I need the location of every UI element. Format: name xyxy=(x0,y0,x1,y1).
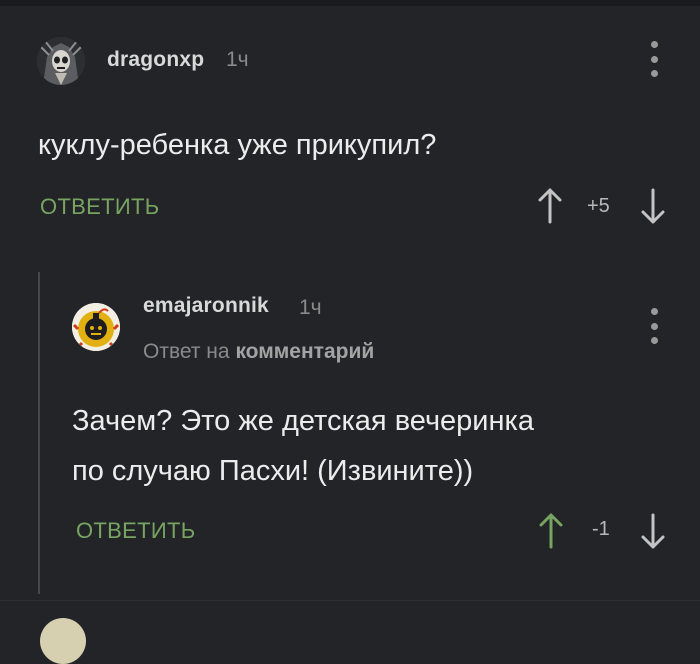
reply-to-info: Ответ на комментарий xyxy=(143,340,374,364)
comment-time: 1ч xyxy=(299,296,322,319)
divider xyxy=(0,600,700,601)
comment-author[interactable]: emajaronnik xyxy=(143,294,269,318)
downvote-icon[interactable] xyxy=(639,511,667,551)
reply-to-link[interactable]: комментарий xyxy=(235,340,374,363)
bomb-avatar-icon[interactable] xyxy=(72,303,120,351)
upvote-active-icon[interactable] xyxy=(537,511,565,551)
more-options-icon[interactable] xyxy=(644,308,664,344)
reply-button[interactable]: ОТВЕТИТЬ xyxy=(76,518,195,544)
reply-to-prefix: Ответ на xyxy=(143,340,230,363)
comment-score: -1 xyxy=(592,518,610,540)
comment-text-line: Зачем? Это же детская вечеринка xyxy=(72,405,534,437)
next-comment-avatar[interactable] xyxy=(40,618,86,664)
comment-text-line: по случаю Пасхи! (Извините)) xyxy=(72,455,474,487)
reply-comment: emajaronnik 1ч Ответ на комментарий Заче… xyxy=(0,0,700,629)
